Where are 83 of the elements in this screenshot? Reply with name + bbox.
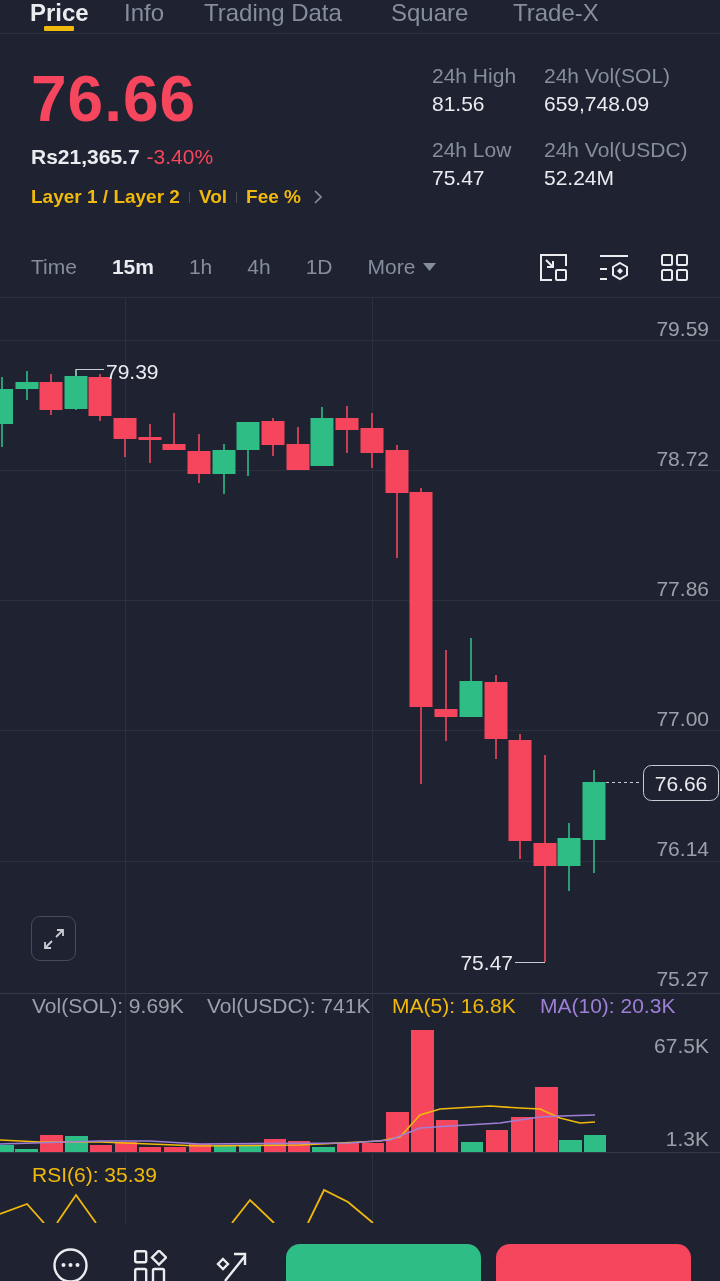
candle	[286, 426, 310, 471]
volume-bar	[386, 1112, 409, 1152]
candle	[212, 443, 236, 495]
volume-bar	[486, 1130, 508, 1152]
price-axis-label: 79.59	[656, 316, 709, 340]
shapes-icon[interactable]	[134, 1250, 167, 1281]
volume-legend-item: MA(10): 20.3K	[540, 995, 676, 1017]
expand-icon	[42, 927, 65, 950]
category-tag[interactable]: Vol	[198, 185, 228, 209]
candle	[0, 376, 13, 448]
interval-tab[interactable]: Time	[31, 255, 77, 279]
interval-tab[interactable]: 1D	[305, 255, 333, 279]
volume-bar	[115, 1142, 137, 1152]
volume-legend-item: MA(5): 16.8K	[392, 995, 517, 1017]
expand-button[interactable]	[31, 916, 76, 961]
volume-bar	[139, 1147, 161, 1152]
volume-bar	[584, 1135, 606, 1152]
price-change: -3.40%	[146, 145, 214, 169]
candle	[335, 405, 359, 454]
volume-bar	[511, 1117, 533, 1152]
price-axis-label: 77.00	[656, 706, 709, 730]
volume-bar	[312, 1147, 335, 1152]
interval-tab[interactable]: 15m	[111, 255, 154, 279]
lines-hexagon-icon[interactable]	[599, 253, 629, 281]
interval-tab[interactable]: More	[367, 255, 437, 279]
category-tag[interactable]: Layer 1 / Layer 2	[31, 185, 180, 209]
top-tab[interactable]: Price	[30, 0, 89, 33]
stat-label: 24h Vol(USDC)	[544, 139, 688, 161]
grid-icon[interactable]	[661, 253, 688, 281]
leader-line	[514, 962, 546, 963]
top-tab[interactable]: Square	[391, 0, 469, 33]
volume-bar	[90, 1145, 112, 1152]
volume-legend-item: Vol(USDC): 741K	[207, 995, 372, 1017]
leader-line	[75, 369, 105, 377]
interval-tab[interactable]: 1h	[188, 255, 213, 279]
volume-bar	[436, 1120, 458, 1152]
window-arrow-icon[interactable]	[540, 253, 567, 281]
top-tab[interactable]: Info	[124, 0, 165, 33]
candle	[261, 417, 285, 457]
low-price-label: 75.47	[460, 950, 513, 974]
high-price-label: 79.39	[106, 359, 159, 383]
stat-value: 81.56	[432, 93, 486, 115]
last-price: 76.66	[31, 67, 197, 131]
caret-down-icon	[423, 263, 437, 271]
more-icon[interactable]	[53, 1248, 88, 1281]
interval-tab[interactable]: 4h	[247, 255, 271, 279]
rsi-label: RSI(6): 35.39	[32, 1164, 157, 1186]
volume-axis-label: 67.5K	[654, 1033, 709, 1057]
diamond-arrow-icon[interactable]	[215, 1250, 247, 1281]
volume-legend-item: Vol(SOL): 9.69K	[32, 995, 185, 1017]
chevron-right-icon[interactable]	[314, 190, 322, 204]
candle	[310, 406, 334, 467]
category-tag[interactable]: Fee %	[246, 185, 301, 209]
volume-bar	[461, 1142, 483, 1152]
volume-bar	[189, 1144, 211, 1152]
candle	[236, 421, 260, 477]
candle	[138, 423, 162, 464]
candle	[113, 417, 137, 458]
top-tab[interactable]: Trade-X	[513, 0, 599, 33]
candle	[187, 433, 211, 484]
price-axis-label: 76.14	[656, 836, 709, 860]
top-tab[interactable]: Trading Data	[204, 0, 342, 33]
candle	[39, 373, 63, 416]
price-axis-label: 75.27	[656, 966, 709, 990]
candle	[162, 412, 186, 451]
volume-bar	[164, 1147, 186, 1152]
stat-value: 659,748.09	[544, 93, 651, 115]
candle	[15, 370, 39, 401]
volume-bar	[288, 1141, 310, 1152]
volume-bar	[214, 1145, 236, 1152]
stat-label: 24h Low	[432, 139, 513, 161]
fiat-value: Rs21,365.7	[31, 145, 140, 169]
stat-value: 75.47	[432, 167, 486, 189]
stat-label: 24h Vol(SOL)	[544, 65, 672, 87]
price-axis-label: 77.86	[656, 576, 709, 600]
stat-label: 24h High	[432, 65, 518, 87]
last-price-tag: 76.66	[643, 765, 719, 801]
volume-bar	[337, 1143, 359, 1152]
volume-bar	[239, 1145, 261, 1152]
volume-bar	[362, 1143, 384, 1152]
price-axis-label: 78.72	[656, 446, 709, 470]
volume-axis-label: 1.3K	[665, 1126, 709, 1150]
stat-value: 52.24M	[544, 167, 616, 189]
